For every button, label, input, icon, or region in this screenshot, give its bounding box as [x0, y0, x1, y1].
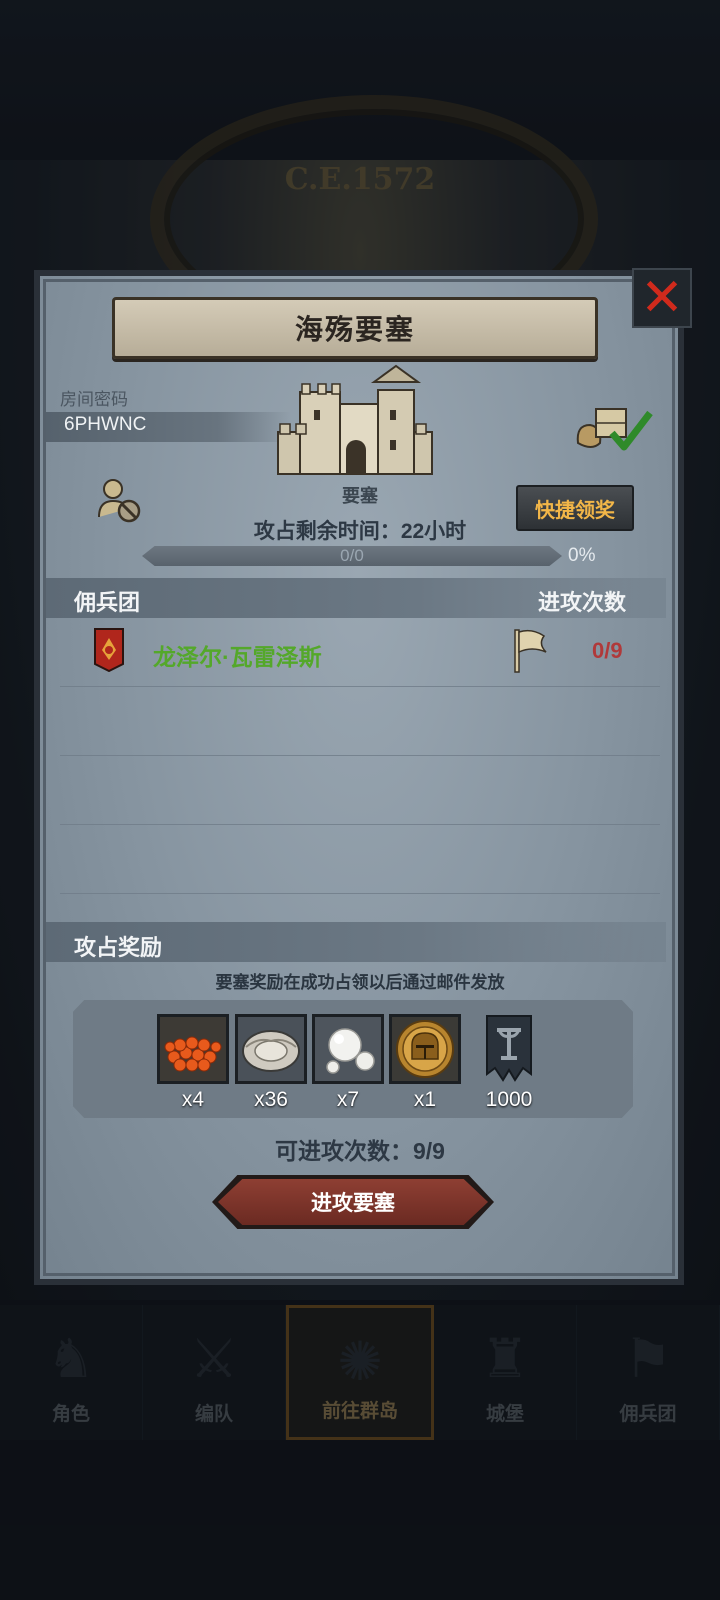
- attacks-header: 进攻次数: [538, 590, 627, 615]
- reward-qty: x7: [336, 1088, 360, 1111]
- progress-percent: 0%: [568, 545, 596, 566]
- reward-item[interactable]: x1: [389, 1014, 461, 1112]
- reward-collected-icon[interactable]: [572, 403, 654, 455]
- reward-qty: x36: [254, 1088, 288, 1111]
- reward-item[interactable]: x7: [312, 1014, 384, 1112]
- mercenary-name[interactable]: 龙泽尔·瓦雷泽斯: [153, 638, 322, 672]
- no-players-icon: [98, 479, 141, 523]
- knight-helmet-coin-icon: [389, 1014, 461, 1084]
- fortress-castle-icon: [277, 364, 433, 475]
- pearl-icon: [312, 1014, 384, 1084]
- rewards-note: 要塞奖励在成功占领以后通过邮件发放: [215, 973, 505, 992]
- row-divider: [60, 686, 660, 687]
- oyster-icon: [235, 1014, 307, 1084]
- close-button[interactable]: ✕: [632, 268, 692, 328]
- dialog-title: 海殇要塞: [294, 314, 415, 345]
- remaining-time-value: 22小时: [400, 520, 467, 543]
- reward-item[interactable]: 1000: [473, 1014, 545, 1112]
- row-divider: [60, 824, 660, 825]
- title-banner: 海殇要塞: [112, 297, 598, 359]
- reward-qty: x4: [181, 1088, 205, 1111]
- attack-count-value: 9/9: [413, 1138, 445, 1164]
- caviar-icon: [157, 1014, 229, 1084]
- mercenary-emblem-icon: [94, 628, 124, 672]
- close-icon: ✕: [640, 269, 684, 327]
- quick-claim-button[interactable]: 快捷领奖: [516, 485, 634, 531]
- attack-fortress-button[interactable]: 进攻要塞: [218, 1179, 488, 1225]
- attack-count: 可进攻次数：9/9: [0, 1132, 720, 1166]
- room-code-value[interactable]: 6PHWNC: [64, 414, 146, 436]
- progress-text: 0/0: [340, 546, 364, 565]
- row-divider: [60, 755, 660, 756]
- reward-item[interactable]: x4: [157, 1014, 229, 1112]
- room-code-label: 房间密码: [60, 390, 128, 409]
- mercenary-attack-count: 0/9: [592, 638, 623, 663]
- remaining-time-label: 攻占剩余时间：: [253, 520, 401, 543]
- reward-item[interactable]: x36: [235, 1014, 307, 1112]
- row-divider: [60, 893, 660, 894]
- attack-flag-icon: [514, 629, 547, 673]
- mercenary-section-title: 佣兵团: [74, 590, 141, 615]
- rewards-section-title: 攻占奖励: [74, 935, 163, 960]
- reward-qty: x1: [413, 1088, 437, 1111]
- mercenary-banner-icon: [473, 1014, 545, 1084]
- reward-qty: 1000: [485, 1088, 533, 1111]
- attack-count-label: 可进攻次数：: [275, 1138, 413, 1164]
